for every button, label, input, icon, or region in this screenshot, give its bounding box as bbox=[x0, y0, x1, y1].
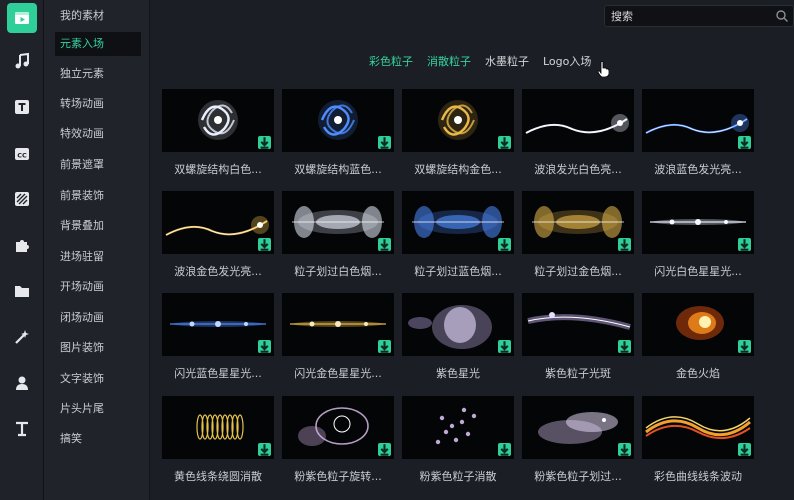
sidebar-item-foreground-mask[interactable]: 前景遮罩 bbox=[55, 153, 141, 177]
download-icon[interactable] bbox=[618, 443, 631, 456]
effect-title: 粉紫色粒子划过... bbox=[534, 470, 622, 483]
effect-title: 粒子划过蓝色烟... bbox=[414, 265, 502, 278]
download-icon[interactable] bbox=[378, 238, 391, 251]
download-icon[interactable] bbox=[738, 340, 751, 353]
download-icon[interactable] bbox=[738, 238, 751, 251]
effect-title: 闪光白色星星光... bbox=[654, 265, 742, 278]
download-icon[interactable] bbox=[738, 443, 751, 456]
effect-thumbnail[interactable] bbox=[162, 293, 274, 356]
puzzle-icon[interactable] bbox=[7, 230, 37, 260]
effect-title: 彩色曲线线条波动 bbox=[654, 470, 742, 483]
effect-title: 闪光蓝色星星光... bbox=[174, 367, 262, 380]
download-icon[interactable] bbox=[498, 443, 511, 456]
effect-thumbnail[interactable] bbox=[282, 191, 394, 254]
effect-title: 粒子划过白色烟... bbox=[294, 265, 382, 278]
sidebar-item-text-decor[interactable]: 文字装饰 bbox=[55, 367, 141, 391]
download-icon[interactable] bbox=[258, 136, 271, 149]
effect-title: 金色火焰 bbox=[676, 367, 720, 380]
effect-title: 波浪发光白色亮... bbox=[534, 163, 622, 176]
effect-title: 粒子划过金色烟... bbox=[534, 265, 622, 278]
search-icon[interactable] bbox=[775, 9, 789, 23]
effect-title: 紫色星光 bbox=[436, 367, 480, 380]
effect-title: 双螺旋结构蓝色... bbox=[294, 163, 382, 176]
effect-title: 波浪金色发光亮... bbox=[174, 265, 262, 278]
effect-title: 闪光金色星星光... bbox=[294, 367, 382, 380]
effect-thumbnail[interactable] bbox=[402, 396, 514, 459]
download-icon[interactable] bbox=[258, 238, 271, 251]
effect-thumbnail[interactable] bbox=[402, 191, 514, 254]
download-icon[interactable] bbox=[498, 340, 511, 353]
sidebar-item-standalone-elements[interactable]: 独立元素 bbox=[55, 62, 141, 86]
effect-thumbnail[interactable] bbox=[282, 293, 394, 356]
effect-title: 双螺旋结构金色... bbox=[414, 163, 502, 176]
effect-thumbnail[interactable] bbox=[162, 89, 274, 152]
download-icon[interactable] bbox=[378, 443, 391, 456]
tab-colorful-particles[interactable]: 彩色粒子 bbox=[369, 54, 413, 70]
effect-title: 黄色线条绕圆消散 bbox=[174, 470, 262, 483]
effect-thumbnail[interactable] bbox=[162, 191, 274, 254]
download-icon[interactable] bbox=[498, 136, 511, 149]
sidebar-item-my-assets[interactable]: 我的素材 bbox=[55, 4, 141, 28]
download-icon[interactable] bbox=[618, 340, 631, 353]
effect-title: 双螺旋结构白色... bbox=[174, 163, 262, 176]
svg-text:CC: CC bbox=[17, 152, 27, 160]
folder-icon[interactable] bbox=[7, 276, 37, 306]
sidebar-item-intro-outro[interactable]: 片头片尾 bbox=[55, 397, 141, 421]
music-icon[interactable] bbox=[7, 46, 37, 76]
search-box bbox=[604, 5, 794, 27]
download-icon[interactable] bbox=[258, 443, 271, 456]
effect-title: 紫色粒子光斑 bbox=[545, 367, 611, 380]
effect-title: 波浪蓝色发光亮... bbox=[654, 163, 742, 176]
effect-title: 粉紫色粒子消散 bbox=[419, 470, 497, 483]
hand-cursor-icon bbox=[597, 61, 609, 77]
effect-thumbnail[interactable] bbox=[522, 293, 634, 356]
text-style-icon[interactable] bbox=[7, 414, 37, 444]
main-panel: 彩色粒子 消散粒子 水墨粒子 Logo入场 双螺旋结构白色... 双螺旋结构蓝色… bbox=[151, 0, 794, 500]
sidebar-item-opening[interactable]: 开场动画 bbox=[55, 275, 141, 299]
effect-thumbnail[interactable] bbox=[522, 191, 634, 254]
caption-icon[interactable]: CC bbox=[7, 139, 37, 169]
effect-thumbnail[interactable] bbox=[642, 89, 754, 152]
magic-icon[interactable] bbox=[7, 322, 37, 352]
effect-title: 粉紫色粒子旋转... bbox=[294, 470, 382, 483]
effect-thumbnail[interactable] bbox=[282, 396, 394, 459]
sidebar-item-closing[interactable]: 闭场动画 bbox=[55, 306, 141, 330]
user-icon[interactable] bbox=[7, 368, 37, 398]
filter-icon[interactable] bbox=[7, 184, 37, 214]
effect-thumbnail[interactable] bbox=[402, 293, 514, 356]
icon-rail: CC bbox=[0, 0, 44, 500]
download-icon[interactable] bbox=[378, 136, 391, 149]
effect-thumbnail[interactable] bbox=[522, 89, 634, 152]
media-icon[interactable] bbox=[7, 3, 37, 33]
effect-thumbnail[interactable] bbox=[642, 293, 754, 356]
effect-thumbnail[interactable] bbox=[402, 89, 514, 152]
download-icon[interactable] bbox=[618, 238, 631, 251]
sidebar-item-entrance-stay[interactable]: 进场驻留 bbox=[55, 245, 141, 269]
sidebar-item-transitions[interactable]: 转场动画 bbox=[55, 92, 141, 116]
tab-dissipating-particles[interactable]: 消散粒子 bbox=[427, 54, 471, 70]
download-icon[interactable] bbox=[738, 136, 751, 149]
tab-logo-entrance[interactable]: Logo入场 bbox=[543, 54, 591, 70]
tab-ink-particles[interactable]: 水墨粒子 bbox=[485, 54, 529, 70]
sidebar-item-effects[interactable]: 特效动画 bbox=[55, 122, 141, 146]
sidebar-item-foreground-decor[interactable]: 前景装饰 bbox=[55, 184, 141, 208]
category-sidebar: 我的素材 元素入场 独立元素 转场动画 特效动画 前景遮罩 前景装饰 背景叠加 … bbox=[44, 0, 150, 500]
effect-thumbnail[interactable] bbox=[522, 396, 634, 459]
download-icon[interactable] bbox=[378, 340, 391, 353]
effect-thumbnail[interactable] bbox=[642, 396, 754, 459]
sidebar-item-element-entrance[interactable]: 元素入场 bbox=[55, 32, 141, 56]
text-icon[interactable] bbox=[7, 92, 37, 122]
sidebar-item-background-overlay[interactable]: 背景叠加 bbox=[55, 214, 141, 238]
sidebar-item-image-decor[interactable]: 图片装饰 bbox=[55, 336, 141, 360]
effect-thumbnail[interactable] bbox=[162, 396, 274, 459]
search-input[interactable] bbox=[611, 8, 771, 24]
download-icon[interactable] bbox=[258, 340, 271, 353]
download-icon[interactable] bbox=[498, 238, 511, 251]
effect-thumbnail[interactable] bbox=[642, 191, 754, 254]
sidebar-item-funny[interactable]: 搞笑 bbox=[55, 427, 141, 451]
effect-thumbnail[interactable] bbox=[282, 89, 394, 152]
